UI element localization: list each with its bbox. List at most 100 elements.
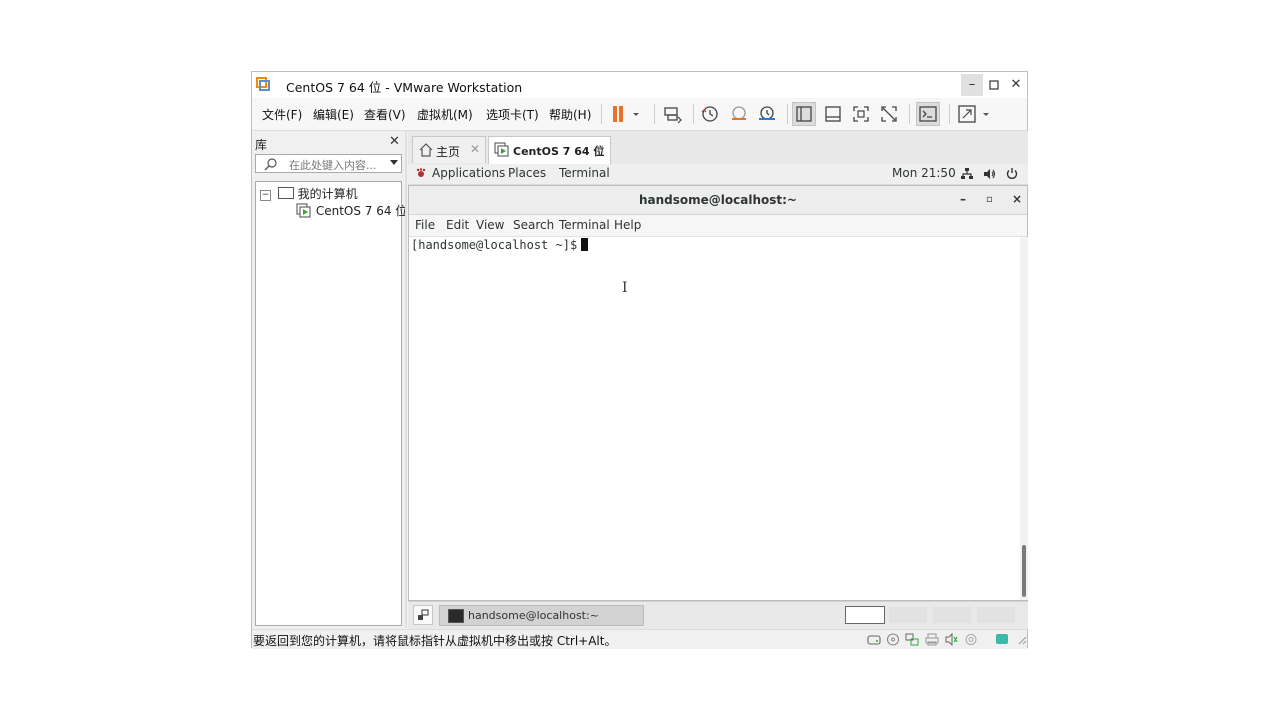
panel-splitter[interactable]: [405, 131, 407, 628]
snapshot-manager-icon[interactable]: [755, 102, 779, 126]
close-button[interactable]: ✕: [1005, 74, 1027, 96]
tab-centos[interactable]: CentOS 7 64 位 ✕: [488, 136, 611, 164]
terminal-menu-search[interactable]: Search: [513, 218, 554, 232]
tree-root-label: 我的计算机: [297, 187, 358, 201]
menu-file[interactable]: 文件(F): [262, 106, 302, 123]
tab-close-icon[interactable]: ✕: [470, 142, 480, 156]
terminal-maximize-button[interactable]: ▫: [986, 194, 993, 205]
window-title: CentOS 7 64 位 - VMware Workstation: [286, 80, 523, 95]
ibeam-cursor-icon: I: [622, 280, 628, 296]
terminal-minimize-button[interactable]: –: [960, 192, 966, 206]
taskbar-terminal-item[interactable]: handsome@localhost:~: [439, 605, 644, 626]
gnome-foot-icon: [416, 168, 426, 178]
applications-menu[interactable]: Applications: [432, 166, 505, 180]
pause-icon[interactable]: [608, 102, 642, 126]
gnome-top-bar: Applications Places Terminal Mon 21:50: [408, 164, 1028, 185]
collapse-icon[interactable]: −: [260, 190, 271, 201]
usb-icon[interactable]: [964, 633, 978, 646]
toolbar-separator: [693, 104, 694, 124]
view-library-icon[interactable]: [792, 102, 816, 126]
home-icon: [419, 143, 433, 157]
printer-icon[interactable]: [925, 633, 939, 646]
view-unity-icon[interactable]: [877, 102, 901, 126]
toolbar-separator: [654, 104, 655, 124]
power-icon[interactable]: [1006, 167, 1018, 180]
network-icon[interactable]: [961, 168, 973, 180]
toolbar-separator: [949, 104, 950, 124]
menu-vm[interactable]: 虚拟机(M): [417, 106, 473, 123]
terminal-window[interactable]: handsome@localhost:~ – ▫ × File Edit Vie…: [408, 185, 1028, 601]
shell-prompt: [handsome@localhost ~]$: [411, 238, 589, 252]
terminal-menubar: File Edit View Search Terminal Help: [409, 215, 1027, 237]
vm-running-icon: [296, 203, 312, 218]
menu-view[interactable]: 查看(V): [364, 106, 406, 123]
terminal-menu[interactable]: Terminal: [559, 166, 610, 180]
snapshot-icon[interactable]: [698, 102, 722, 126]
network-adapter-icon[interactable]: [905, 633, 919, 646]
title-bar: CentOS 7 64 位 - VMware Workstation – ✕: [252, 72, 1027, 98]
library-title: 库: [255, 138, 268, 152]
show-desktop-icon[interactable]: [413, 605, 433, 625]
terminal-body[interactable]: [handsome@localhost ~]$ I: [409, 237, 1019, 600]
toolbar-separator: [601, 104, 602, 124]
prompt-text: [handsome@localhost ~]$: [411, 238, 578, 252]
view-thumbnail-icon[interactable]: [821, 102, 845, 126]
tab-close-icon[interactable]: ✕: [595, 142, 605, 156]
revert-snapshot-icon[interactable]: [727, 102, 751, 126]
tab-home[interactable]: 主页 ✕: [412, 136, 486, 163]
tree-item-label: CentOS 7 64 位: [315, 204, 408, 218]
search-placeholder: 在此处键入内容...: [289, 159, 377, 172]
view-fullscreen-icon[interactable]: [849, 102, 873, 126]
tree-item-centos[interactable]: CentOS 7 64 位: [296, 202, 407, 219]
send-ctrl-alt-del-icon[interactable]: [660, 102, 684, 126]
volume-icon[interactable]: [983, 168, 996, 180]
terminal-title: handsome@localhost:~: [638, 193, 797, 207]
clock[interactable]: Mon 21:50: [892, 166, 956, 180]
workspace-3[interactable]: [932, 606, 972, 624]
status-bar: 要返回到您的计算机，请将鼠标指针从虚拟机中移出或按 Ctrl+Alt。: [252, 629, 1027, 649]
library-panel: 库 ✕ 在此处键入内容... − 我的计算机 CentOS 7 64 位: [252, 131, 407, 628]
cd-icon[interactable]: [886, 633, 900, 646]
chevron-down-icon[interactable]: [390, 160, 398, 165]
vm-console[interactable]: Applications Places Terminal Mon 21:50 h…: [408, 164, 1028, 629]
search-icon: [264, 157, 278, 171]
tree-root[interactable]: − 我的计算机: [260, 185, 358, 202]
vm-running-icon: [494, 142, 510, 157]
resize-grip-icon[interactable]: [1016, 633, 1027, 646]
places-menu[interactable]: Places: [508, 166, 546, 180]
message-icon[interactable]: [995, 633, 1009, 646]
library-close-icon[interactable]: ✕: [389, 134, 400, 149]
menu-help[interactable]: 帮助(H): [549, 106, 591, 123]
terminal-menu-edit[interactable]: Edit: [446, 218, 469, 232]
workspace-2[interactable]: [888, 606, 928, 624]
taskbar-item-label: handsome@localhost:~: [468, 609, 599, 622]
library-search-input[interactable]: 在此处键入内容...: [255, 154, 402, 173]
workspace-4[interactable]: [976, 606, 1016, 624]
menu-tabs[interactable]: 选项卡(T): [486, 106, 539, 123]
terminal-titlebar[interactable]: handsome@localhost:~ – ▫ ×: [409, 186, 1027, 215]
terminal-menu-file[interactable]: File: [415, 218, 435, 232]
terminal-menu-help[interactable]: Help: [614, 218, 641, 232]
terminal-close-button[interactable]: ×: [1012, 192, 1022, 206]
workspace-1[interactable]: [845, 606, 885, 624]
sound-icon[interactable]: [945, 633, 959, 646]
scrollbar-thumb[interactable]: [1022, 545, 1026, 597]
tab-centos-label: CentOS 7 64 位: [513, 145, 605, 158]
text-cursor: [581, 238, 589, 251]
hdd-icon[interactable]: [867, 633, 881, 646]
maximize-button[interactable]: [983, 74, 1005, 96]
console-icon[interactable]: [916, 102, 940, 126]
terminal-icon: [448, 609, 464, 623]
menu-edit[interactable]: 编辑(E): [313, 106, 354, 123]
stretch-icon[interactable]: [955, 102, 995, 126]
gnome-bottom-bar: handsome@localhost:~: [408, 601, 1028, 629]
library-tree: − 我的计算机 CentOS 7 64 位: [255, 181, 407, 626]
vmware-window: CentOS 7 64 位 - VMware Workstation – ✕ 文…: [251, 71, 1028, 649]
minimize-button[interactable]: –: [961, 74, 983, 96]
terminal-scrollbar[interactable]: [1020, 237, 1028, 600]
terminal-menu-view[interactable]: View: [476, 218, 504, 232]
tab-home-label: 主页: [436, 145, 461, 159]
toolbar-separator: [909, 104, 910, 124]
terminal-menu-terminal[interactable]: Terminal: [559, 218, 610, 232]
vmware-logo-icon: [256, 77, 270, 91]
